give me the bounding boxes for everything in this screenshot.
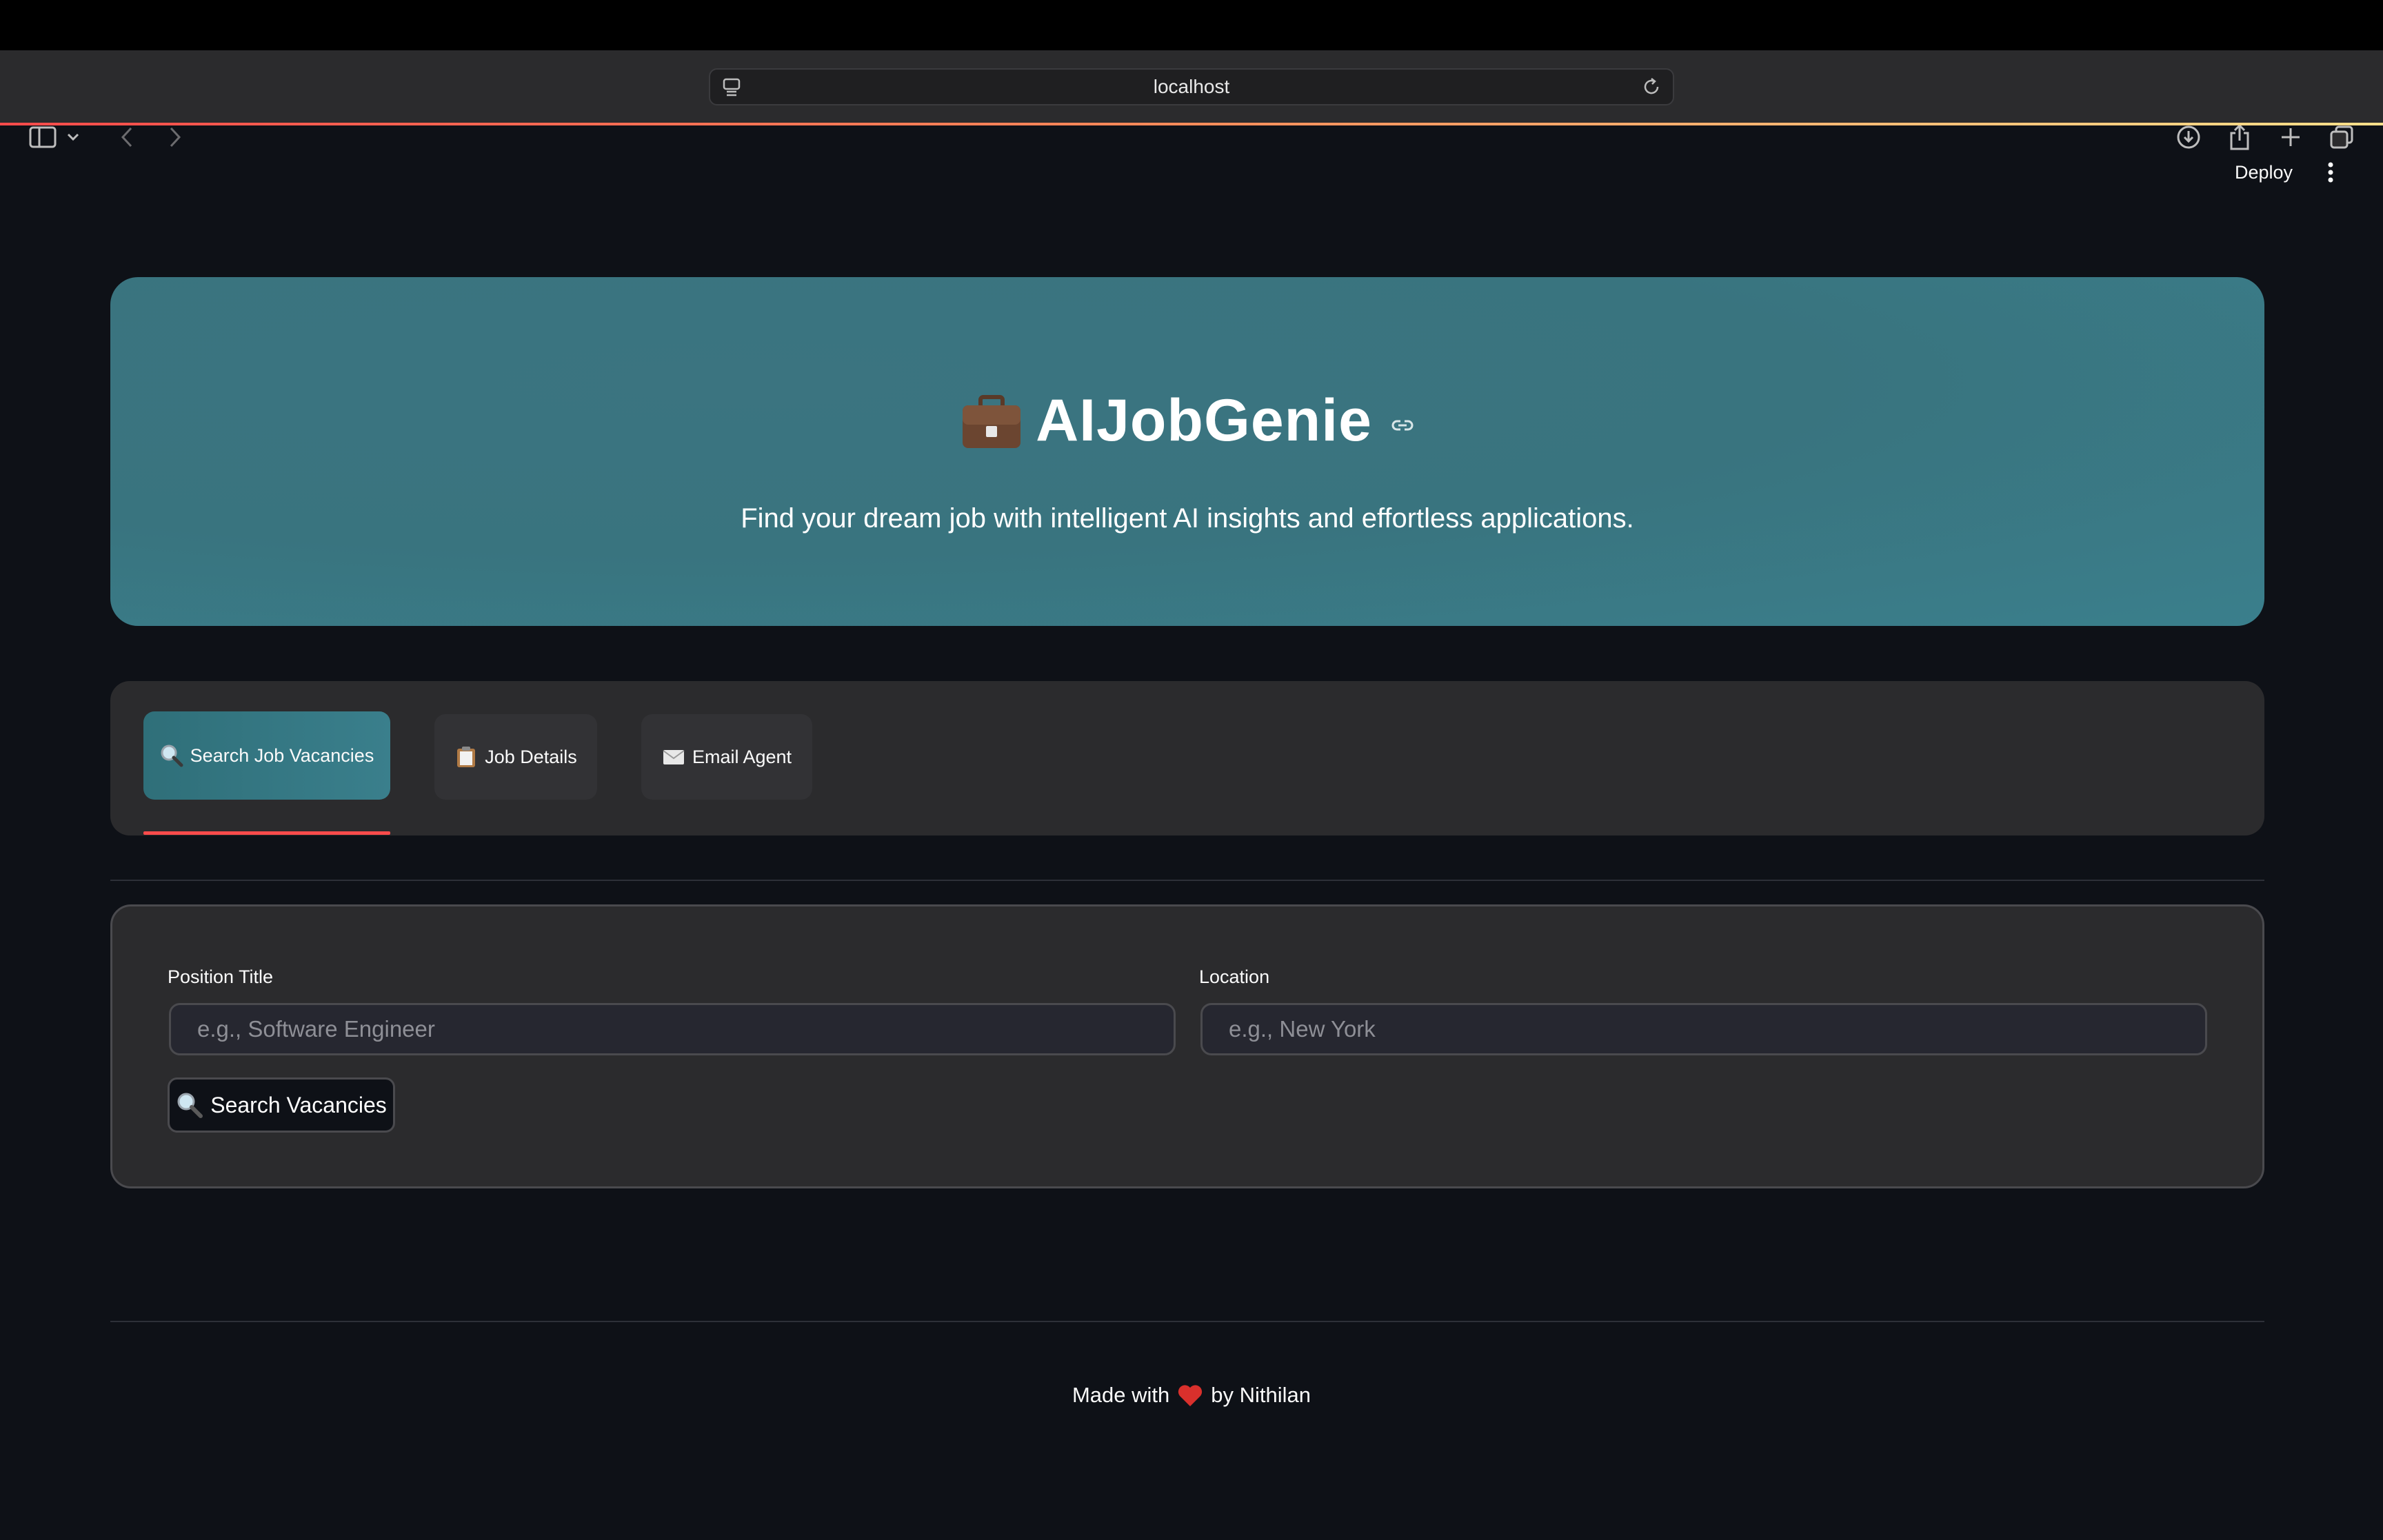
envelope-icon [663,750,685,764]
hero-banner: AIJobGenie Find your dream job with inte… [110,277,2264,626]
share-icon[interactable] [2223,121,2256,154]
divider [110,1321,2264,1322]
search-form: Position Title e.g., Software Engineer L… [110,904,2264,1188]
download-icon[interactable] [2172,121,2205,154]
search-button-label: Search Vacancies [210,1092,387,1117]
app-title: AIJobGenie [1036,387,1372,454]
briefcase-icon [963,395,1021,448]
tab-label: Email Agent [692,746,792,767]
clipboard-icon [457,747,476,767]
tab-job-details[interactable]: Job Details [434,714,597,800]
active-tab-indicator [143,831,390,835]
kebab-menu-icon[interactable] [2317,156,2344,189]
magnifier-icon [177,1093,203,1118]
address-bar[interactable]: localhost [709,68,1674,105]
tab-bar: Search Job Vacancies Job Details Email A… [110,681,2264,835]
deploy-button[interactable]: Deploy [2220,153,2307,192]
new-tab-icon[interactable] [2274,121,2307,154]
tab-label: Job Details [485,746,577,767]
heart-icon [1178,1385,1203,1406]
os-menu-bar [0,0,2383,50]
location-label: Location [1199,966,1270,987]
tabs-overview-icon[interactable] [2325,121,2358,154]
footer-text-before: Made with [1072,1383,1170,1407]
footer-text-after: by Nithilan [1211,1383,1311,1407]
tab-search-job-vacancies[interactable]: Search Job Vacancies [143,711,390,800]
divider [110,880,2264,881]
page-load-indicator [0,123,2383,125]
position-title-label: Position Title [168,966,274,987]
search-vacancies-button[interactable]: Search Vacancies [168,1077,395,1133]
hero-title-row: AIJobGenie [110,379,2264,462]
position-title-input[interactable]: e.g., Software Engineer [169,1003,1176,1055]
reload-icon[interactable] [1640,75,1663,99]
forward-icon[interactable] [159,121,192,154]
tab-label: Search Job Vacancies [190,744,374,766]
tab-email-agent[interactable]: Email Agent [641,714,812,800]
magnifier-icon [161,744,183,767]
hero-subtitle: Find your dream job with intelligent AI … [741,503,1634,534]
back-icon[interactable] [110,121,143,154]
sidebar-icon[interactable] [26,121,59,154]
footer: Made with by Nithilan [0,1375,2383,1416]
chevron-down-icon[interactable] [63,121,83,154]
location-input[interactable]: e.g., New York [1200,1003,2207,1055]
anchor-link-icon[interactable] [1389,412,1416,439]
url-text: localhost [1153,76,1230,97]
